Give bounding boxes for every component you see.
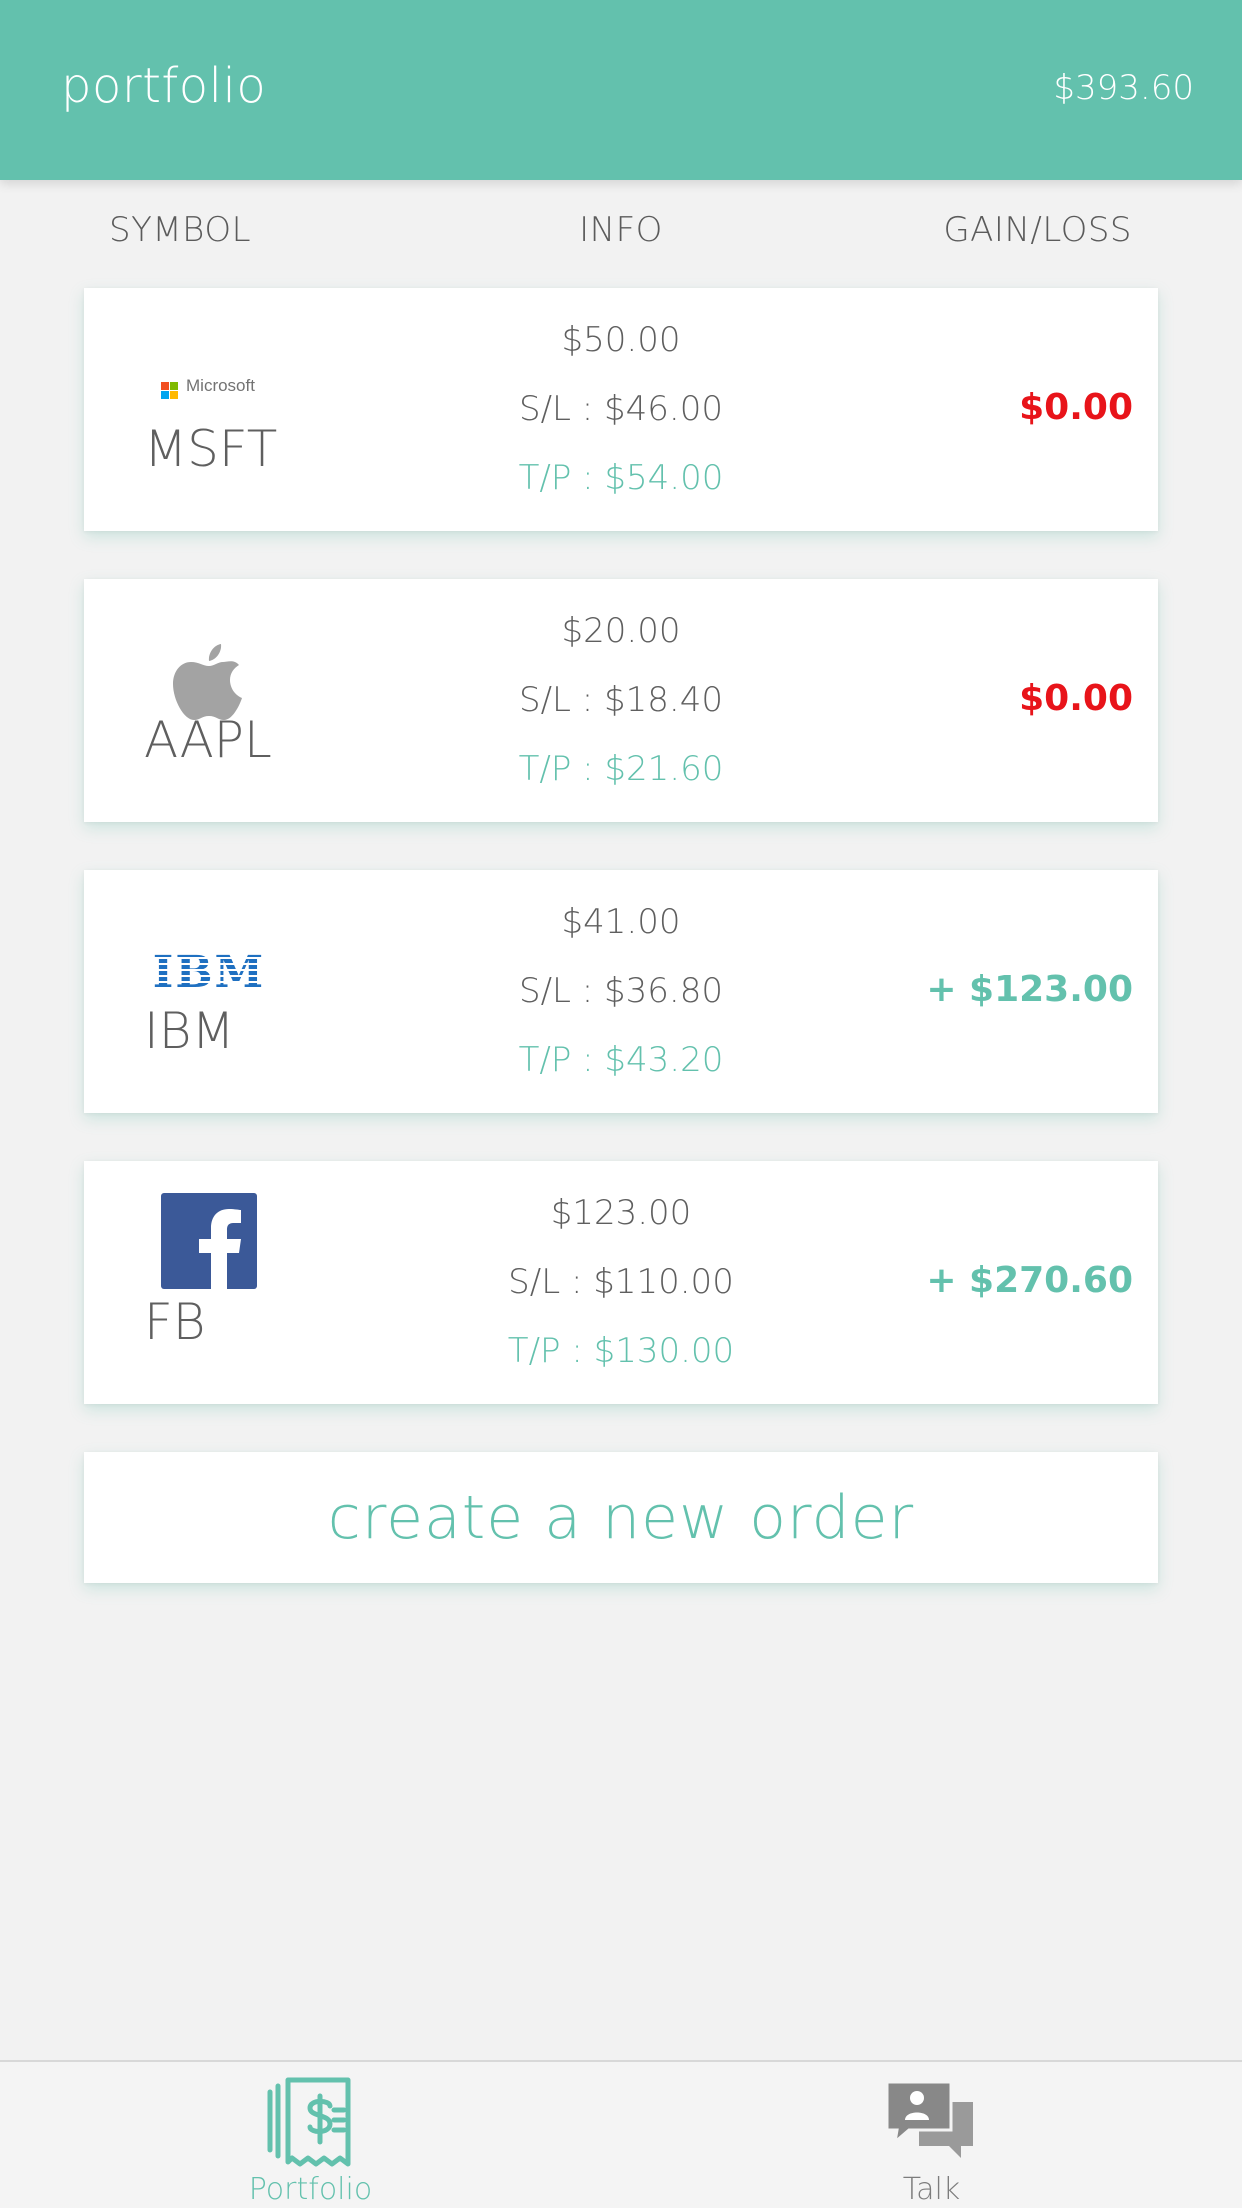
gain-loss-value: $0.00 xyxy=(1019,678,1133,719)
take-profit: T/P : $54.00 xyxy=(518,458,724,498)
stop-loss: S/L : $46.00 xyxy=(518,389,724,429)
gain-loss-value: $0.00 xyxy=(1019,387,1133,428)
create-order-button[interactable]: create a new order xyxy=(84,1452,1158,1583)
current-price: $123.00 xyxy=(550,1193,692,1233)
tab-bar: Portfolio Talk xyxy=(0,2060,1242,2208)
position-card-ibm[interactable]: IBM IBM $41.00 S/L : $36.80 T/P : $43.20… xyxy=(84,870,1158,1113)
column-header-gain-loss: GAIN/LOSS xyxy=(943,210,1132,250)
tab-talk[interactable]: Talk xyxy=(621,2062,1242,2208)
position-card-msft[interactable]: Microsoft MSFT $50.00 S/L : $46.00 T/P :… xyxy=(84,288,1158,531)
chat-bubbles-icon xyxy=(881,2072,981,2172)
tab-label-portfolio: Portfolio xyxy=(248,2172,373,2207)
receipt-dollar-icon xyxy=(260,2072,360,2172)
gain-loss-value: + $270.60 xyxy=(926,1260,1133,1301)
position-card-aapl[interactable]: AAPL $20.00 S/L : $18.40 T/P : $21.60 $0… xyxy=(84,579,1158,822)
top-bar: portfolio $393.60 xyxy=(0,0,1242,180)
current-price: $41.00 xyxy=(561,902,681,942)
tab-portfolio[interactable]: Portfolio xyxy=(0,2062,621,2208)
page-title: portfolio xyxy=(61,58,267,114)
app-root: portfolio $393.60 SYMBOL INFO GAIN/LOSS … xyxy=(0,0,1242,2208)
position-card-fb[interactable]: FB $123.00 S/L : $110.00 T/P : $130.00 +… xyxy=(84,1161,1158,1404)
current-price: $20.00 xyxy=(561,611,681,651)
current-price: $50.00 xyxy=(561,320,681,360)
tab-label-talk: Talk xyxy=(902,2172,961,2207)
take-profit: T/P : $21.60 xyxy=(518,749,724,789)
gain-loss-value: + $123.00 xyxy=(926,969,1133,1010)
stop-loss: S/L : $18.40 xyxy=(518,680,724,720)
take-profit: T/P : $43.20 xyxy=(518,1040,724,1080)
take-profit: T/P : $130.00 xyxy=(507,1331,735,1371)
portfolio-total: $393.60 xyxy=(1053,68,1194,108)
